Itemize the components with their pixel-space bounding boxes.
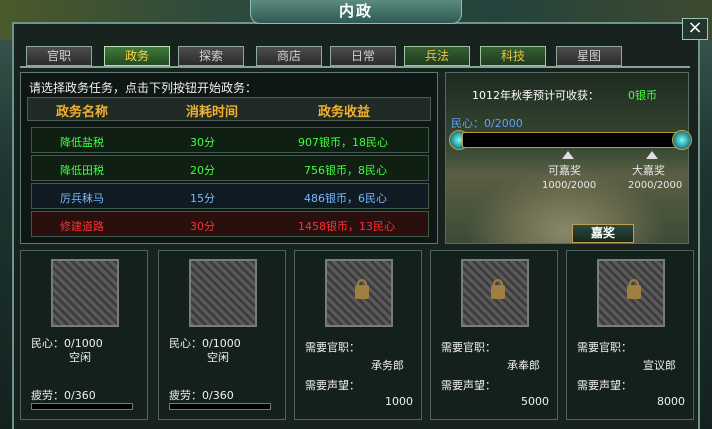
header-task-name: 政务名称 [56, 105, 109, 120]
portrait-placeholder [597, 259, 665, 327]
task-name: 修建道路 [60, 220, 104, 233]
task-time: 30分 [190, 220, 215, 233]
task-reward: 907银币，18民心 [298, 136, 388, 149]
required-rank: 承务郎 [371, 359, 404, 372]
tab-shop[interactable]: 商店 [256, 46, 322, 66]
task-time: 20分 [190, 164, 215, 177]
required-rank-label: 需要官职： [305, 341, 360, 354]
tab-explore[interactable]: 探索 [178, 46, 244, 66]
task-name: 降低田税 [60, 164, 104, 177]
harvest-value: 0银币 [628, 89, 657, 102]
task-time: 15分 [190, 192, 215, 205]
portrait-placeholder [461, 259, 529, 327]
slot-status: 空闲 [69, 351, 91, 364]
morale-label: 民心：0/2000 [451, 117, 523, 130]
milestone-marker-icon [562, 151, 574, 159]
task-row[interactable]: 降低田税 20分 756银币，8民心 [31, 155, 429, 181]
task-time: 30分 [190, 136, 215, 149]
task-row[interactable]: 降低盐税 30分 907银币，18民心 [31, 127, 429, 153]
reward-button[interactable]: 嘉奖 [572, 224, 634, 243]
task-panel: 请选择政务任务，点击下列按钮开始政务： 政务名称 消耗时间 政务收益 降低盐税 … [20, 72, 438, 244]
task-reward: 1458银币，13民心 [298, 220, 395, 233]
task-reward: 486银币，6民心 [304, 192, 387, 205]
task-reward: 756银币，8民心 [304, 164, 387, 177]
required-fame-label: 需要声望： [441, 379, 496, 392]
locked-slot[interactable]: 需要官职： 承奉郎 需要声望： 5000 [430, 250, 558, 420]
official-slot[interactable]: 民心：0/1000 空闲 疲劳：0/360 [20, 250, 148, 420]
tab-divider [20, 66, 690, 68]
required-fame: 8000 [657, 395, 685, 408]
tab-affairs[interactable]: 政务 [104, 46, 170, 66]
milestone-value: 2000/2000 [628, 180, 683, 191]
locked-slot[interactable]: 需要官职： 承务郎 需要声望： 1000 [294, 250, 422, 420]
lock-icon [491, 279, 505, 299]
required-rank: 宣议郎 [643, 359, 676, 372]
tab-official[interactable]: 官职 [26, 46, 92, 66]
tab-technology[interactable]: 科技 [480, 46, 546, 66]
fatigue-bar [169, 403, 271, 410]
tab-star-map[interactable]: 星图 [556, 46, 622, 66]
slot-morale: 民心：0/1000 [169, 337, 241, 350]
task-name: 厉兵秣马 [60, 192, 104, 205]
header-task-reward: 政务收益 [318, 105, 371, 120]
required-fame-label: 需要声望： [577, 379, 632, 392]
slot-fatigue: 疲劳：0/360 [31, 389, 96, 402]
required-fame-label: 需要声望： [305, 379, 360, 392]
morale-progress-bar [462, 132, 680, 148]
task-row[interactable]: 修建道路 30分 1458银币，13民心 [31, 211, 429, 237]
milestone-value: 1000/2000 [542, 180, 597, 191]
required-fame: 1000 [385, 395, 413, 408]
slot-status: 空闲 [207, 351, 229, 364]
required-rank: 承奉郎 [507, 359, 540, 372]
official-slot[interactable]: 民心：0/1000 空闲 疲劳：0/360 [158, 250, 286, 420]
tab-daily[interactable]: 日常 [330, 46, 396, 66]
milestone-label: 大嘉奖 [632, 164, 665, 177]
header-time-cost: 消耗时间 [186, 105, 239, 120]
required-rank-label: 需要官职： [577, 341, 632, 354]
milestone-label: 可嘉奖 [548, 164, 581, 177]
task-row[interactable]: 厉兵秣马 15分 486银币，6民心 [31, 183, 429, 209]
lock-icon [355, 279, 369, 299]
locked-slot[interactable]: 需要官职： 宣议郎 需要声望： 8000 [566, 250, 694, 420]
close-button[interactable]: × [682, 18, 708, 40]
slot-morale: 民心：0/1000 [31, 337, 103, 350]
gem-right-icon [672, 130, 692, 150]
task-table-header: 政务名称 消耗时间 政务收益 [27, 97, 431, 121]
harvest-label: 1012年秋季预计可收获： [472, 89, 599, 102]
task-prompt: 请选择政务任务，点击下列按钮开始政务： [29, 81, 258, 95]
portrait-placeholder [189, 259, 257, 327]
fatigue-bar [31, 403, 133, 410]
task-name: 降低盐税 [60, 136, 104, 149]
tab-tactics[interactable]: 兵法 [404, 46, 470, 66]
game-background: 内政 × 官职 政务 探索 商店 日常 兵法 科技 星图 请选择政务任务，点击下… [0, 0, 712, 429]
lock-icon [627, 279, 641, 299]
required-rank-label: 需要官职： [441, 341, 496, 354]
required-fame: 5000 [521, 395, 549, 408]
portrait-placeholder [325, 259, 393, 327]
portrait-placeholder [51, 259, 119, 327]
slot-fatigue: 疲劳：0/360 [169, 389, 234, 402]
milestone-marker-icon [646, 151, 658, 159]
window-title: 内政 [250, 0, 462, 24]
